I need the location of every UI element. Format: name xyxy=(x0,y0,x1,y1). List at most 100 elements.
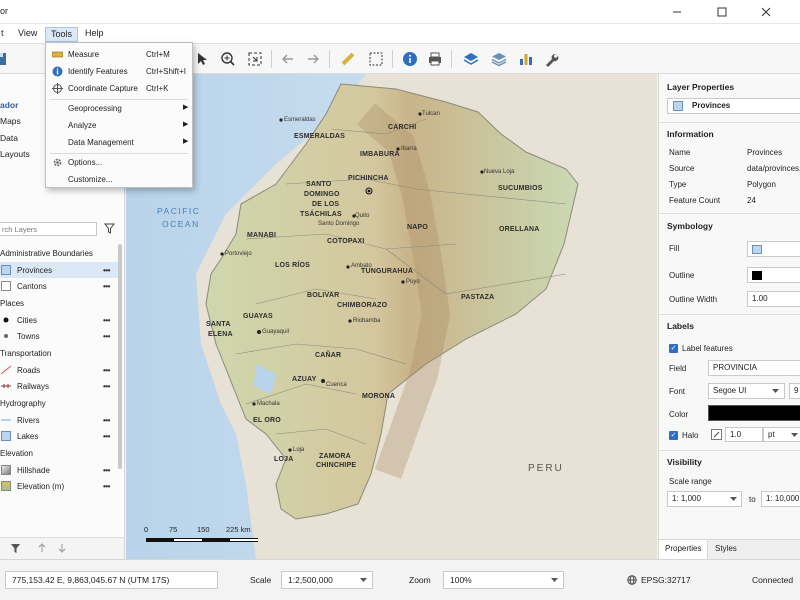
group-administrative[interactable]: Administrative Boundaries xyxy=(0,249,93,258)
scale-value: 1:2,500,000 xyxy=(288,575,333,585)
more-options-icon[interactable]: ••• xyxy=(103,416,110,425)
epsg-code[interactable]: EPSG:32717 xyxy=(641,575,691,585)
halo-checkbox[interactable]: ✓ xyxy=(669,431,678,440)
project-name[interactable]: ador xyxy=(0,100,18,110)
tab-styles[interactable]: Styles xyxy=(709,540,743,559)
more-options-icon[interactable]: ••• xyxy=(103,382,110,391)
layer-roads[interactable]: Roads ••• xyxy=(0,362,118,378)
arrow-down-icon[interactable] xyxy=(57,543,67,553)
forward-button[interactable] xyxy=(304,50,322,68)
select-tool-button[interactable] xyxy=(193,50,211,68)
arrow-up-icon[interactable] xyxy=(37,543,47,553)
menu-item-coordinate-capture[interactable]: Coordinate Capture Ctrl+K xyxy=(46,80,192,97)
polygon-symbol-icon xyxy=(1,431,11,441)
more-options-icon[interactable]: ••• xyxy=(103,366,110,375)
max-scale-select[interactable]: 1: 10,000, xyxy=(761,491,800,507)
filter-button[interactable] xyxy=(103,223,116,236)
railway-symbol-icon xyxy=(1,384,11,388)
menu-edit[interactable]: t xyxy=(0,27,9,42)
min-scale-select[interactable]: 1: 1,000 xyxy=(667,491,742,507)
select-rect-button[interactable] xyxy=(367,50,385,68)
zoom-select[interactable]: 100% xyxy=(443,571,564,589)
print-button[interactable] xyxy=(426,50,444,68)
menu-item-label: Customize... xyxy=(68,175,113,184)
layer-railways[interactable]: Railways ••• xyxy=(0,378,118,394)
map-canvas[interactable]: PACIFIC OCEAN PERU ESMERALDAS CARCHI IMB… xyxy=(126,74,657,559)
more-options-icon[interactable]: ••• xyxy=(103,332,110,341)
tab-properties[interactable]: Properties xyxy=(659,540,709,559)
halo-size-input[interactable]: 1.0 xyxy=(725,427,763,442)
more-options-icon[interactable]: ••• xyxy=(103,466,110,475)
menu-tools[interactable]: Tools xyxy=(45,27,79,42)
group-places[interactable]: Places xyxy=(0,299,24,308)
divider xyxy=(659,122,800,123)
close-button[interactable] xyxy=(752,0,780,24)
zoom-in-button[interactable] xyxy=(219,50,237,68)
minimize-icon xyxy=(673,11,681,13)
menu-item-measure[interactable]: Measure Ctrl+M xyxy=(46,46,192,63)
back-button[interactable] xyxy=(279,50,297,68)
layers-button[interactable] xyxy=(462,50,480,68)
menu-item-options[interactable]: Options... xyxy=(46,154,192,171)
fill-color-picker[interactable] xyxy=(747,241,800,257)
layer-cities[interactable]: Cities ••• xyxy=(0,312,118,328)
save-button[interactable] xyxy=(0,50,9,68)
identify-button[interactable] xyxy=(401,50,419,68)
layer-cantons[interactable]: Cantons ••• xyxy=(0,278,118,294)
more-options-icon[interactable]: ••• xyxy=(103,482,110,491)
divider xyxy=(659,213,800,214)
layer-provinces[interactable]: Provinces ••• xyxy=(0,262,118,278)
outline-color-picker[interactable] xyxy=(747,267,800,283)
label-features-checkbox[interactable]: ✓ xyxy=(669,344,678,353)
layer-rivers[interactable]: Rivers ••• xyxy=(0,412,118,428)
printer-icon xyxy=(429,52,441,66)
layer-lakes[interactable]: Lakes ••• xyxy=(0,428,118,444)
save-icon xyxy=(0,53,6,65)
zoom-extent-button[interactable] xyxy=(246,50,264,68)
group-transportation[interactable]: Transportation xyxy=(0,349,51,358)
menu-help[interactable]: Help xyxy=(80,27,109,42)
more-options-icon[interactable]: ••• xyxy=(103,266,110,275)
menu-item-geoprocessing[interactable]: Geoprocessing ▶ xyxy=(46,100,192,117)
layer-search-input[interactable] xyxy=(0,222,97,236)
more-options-icon[interactable]: ••• xyxy=(103,282,110,291)
layer-select-dropdown[interactable]: Provinces xyxy=(667,98,800,114)
layers-icon xyxy=(463,53,479,65)
scale-to-label: to xyxy=(749,495,756,504)
menu-view[interactable]: View xyxy=(13,27,42,42)
project-layouts[interactable]: Layouts xyxy=(0,149,30,159)
minimize-button[interactable] xyxy=(663,0,691,24)
outline-width-input[interactable]: 1.00 xyxy=(747,291,800,307)
layer-properties-panel: Layer Properties Provinces Information N… xyxy=(658,74,800,559)
font-family-select[interactable]: Segoe UI xyxy=(708,383,785,399)
halo-color-icon[interactable] xyxy=(711,429,722,440)
layer-label: Provinces xyxy=(17,265,53,275)
layer-stack-button[interactable] xyxy=(490,50,508,68)
scale-select[interactable]: 1:2,500,000 xyxy=(281,571,373,589)
layer-hillshade[interactable]: Hillshade ••• xyxy=(0,462,118,478)
halo-unit-select[interactable]: pt xyxy=(763,427,800,442)
menu-item-data-management[interactable]: Data Management ▶ xyxy=(46,134,192,151)
font-size-select[interactable]: 9 xyxy=(789,383,800,399)
layer-label: Rivers xyxy=(17,415,40,425)
chart-button[interactable] xyxy=(517,50,535,68)
project-maps[interactable]: Maps xyxy=(0,116,21,126)
outline-width-value: 1.00 xyxy=(752,294,768,303)
label-color-picker[interactable] xyxy=(708,405,800,421)
maximize-button[interactable] xyxy=(708,0,736,24)
more-options-icon[interactable]: ••• xyxy=(103,432,110,441)
layers-scrollbar[interactable] xyxy=(118,244,122,469)
layer-elevation[interactable]: Elevation (m) ••• xyxy=(0,478,118,494)
menu-item-customize[interactable]: Customize... xyxy=(46,171,192,188)
tools-dropdown-button[interactable] xyxy=(544,50,562,68)
more-options-icon[interactable]: ••• xyxy=(103,316,110,325)
filter-icon[interactable] xyxy=(10,543,21,554)
menu-item-analyze[interactable]: Analyze ▶ xyxy=(46,117,192,134)
measure-button[interactable] xyxy=(339,50,357,68)
project-data[interactable]: Data xyxy=(0,133,18,143)
group-hydrography[interactable]: Hydrography xyxy=(0,399,46,408)
label-field-select[interactable]: PROVINCIA xyxy=(708,360,800,376)
menu-item-identify[interactable]: Identify Features Ctrl+Shift+I xyxy=(46,63,192,80)
layer-towns[interactable]: Towns ••• xyxy=(0,328,118,344)
group-elevation[interactable]: Elevation xyxy=(0,449,33,458)
